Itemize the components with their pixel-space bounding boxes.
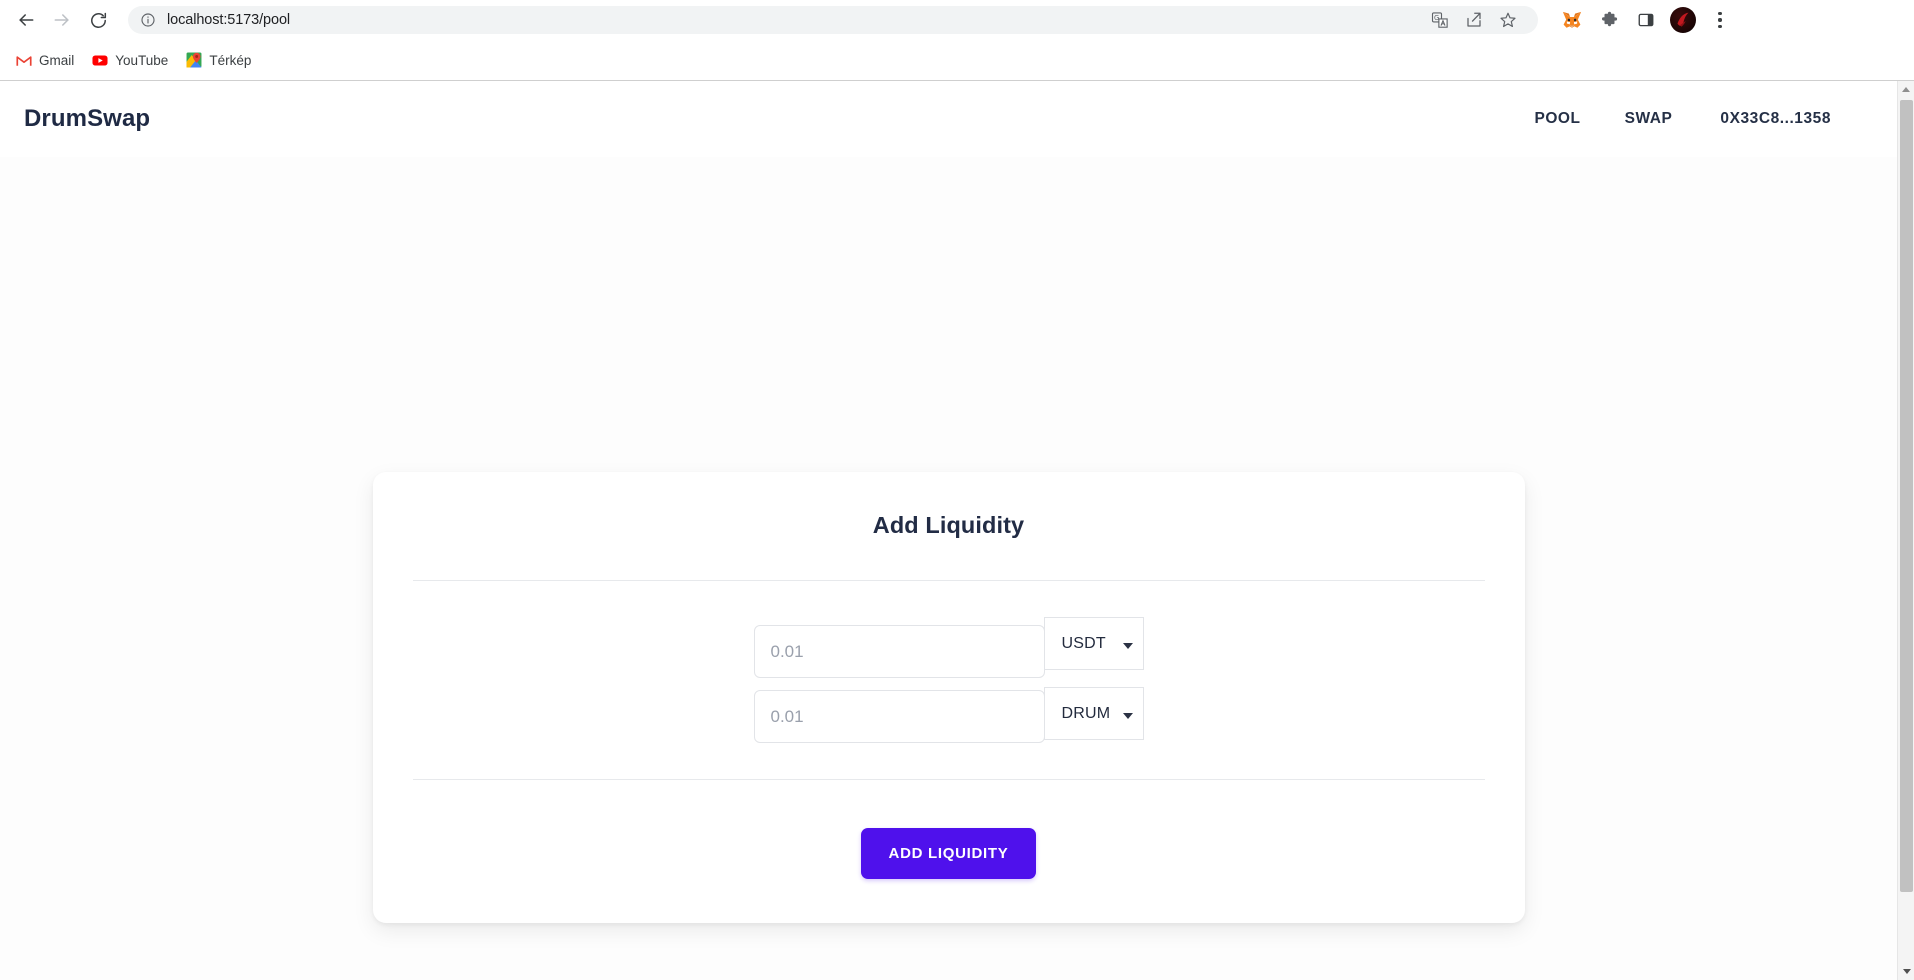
- share-icon[interactable]: [1458, 4, 1490, 36]
- app-navigation: POOL SWAP 0X33C8...1358: [1512, 100, 1873, 138]
- omnibox-action-group: G: [1424, 4, 1526, 36]
- token-select-a-label: USDT: [1061, 634, 1106, 652]
- youtube-icon: [92, 52, 108, 68]
- token-field-row-1: USDT: [753, 617, 1144, 678]
- arrow-right-icon: [54, 14, 69, 26]
- metamask-extension-icon[interactable]: [1556, 4, 1588, 36]
- translate-icon[interactable]: G: [1424, 4, 1456, 36]
- token-select-b-label: DRUM: [1061, 704, 1111, 722]
- extensions-puzzle-icon[interactable]: [1593, 4, 1625, 36]
- bookmark-gmail[interactable]: Gmail: [8, 48, 82, 72]
- forward-button[interactable]: [44, 2, 80, 38]
- add-liquidity-card: Add Liquidity USDT DRUM: [372, 472, 1525, 923]
- extension-icon-group: [1546, 4, 1736, 36]
- token-field-row-2: DRUM: [753, 687, 1144, 743]
- card-actions: ADD LIQUIDITY: [413, 780, 1485, 879]
- page-title: Add Liquidity: [872, 512, 1025, 538]
- token-select-b[interactable]: DRUM: [1043, 687, 1144, 740]
- amount-input-token-b[interactable]: [753, 690, 1045, 743]
- arrow-left-icon: [19, 14, 34, 26]
- reload-button[interactable]: [80, 2, 116, 38]
- site-info-icon[interactable]: [140, 12, 156, 28]
- gmail-icon: [16, 52, 32, 68]
- scroll-up-arrow-icon[interactable]: [1898, 81, 1914, 98]
- page-viewport: DrumSwap POOL SWAP 0X33C8...1358 Add Liq…: [0, 81, 1914, 980]
- app-brand-logo[interactable]: DrumSwap: [24, 105, 150, 133]
- bookmarks-bar: Gmail YouTube Térkép: [0, 40, 1914, 80]
- add-liquidity-button[interactable]: ADD LIQUIDITY: [860, 828, 1037, 879]
- browser-chrome: localhost:5173/pool G Gmail YouTube Térk…: [0, 0, 1914, 81]
- address-bar-url: localhost:5173/pool: [167, 12, 291, 28]
- nav-wallet-address[interactable]: 0X33C8...1358: [1694, 100, 1873, 138]
- nav-link-pool[interactable]: POOL: [1512, 100, 1602, 138]
- bookmark-youtube[interactable]: YouTube: [84, 48, 176, 72]
- vertical-scrollbar[interactable]: [1897, 81, 1914, 980]
- chevron-down-icon: [1122, 642, 1133, 649]
- back-button[interactable]: [8, 2, 44, 38]
- side-panel-icon[interactable]: [1630, 4, 1662, 36]
- bookmark-label: Térkép: [209, 52, 252, 68]
- scrollbar-thumb[interactable]: [1900, 100, 1913, 892]
- reload-icon: [90, 12, 106, 28]
- card-container: Add Liquidity USDT DRUM: [0, 157, 1897, 923]
- chevron-down-icon: [1122, 712, 1133, 719]
- three-dot-menu-icon[interactable]: [1704, 4, 1736, 36]
- token-select-a[interactable]: USDT: [1043, 617, 1144, 670]
- liquidity-fields: USDT DRUM: [413, 581, 1485, 779]
- amount-input-token-a[interactable]: [753, 625, 1045, 678]
- drumswap-app: DrumSwap POOL SWAP 0X33C8...1358 Add Liq…: [0, 81, 1897, 980]
- address-bar[interactable]: localhost:5173/pool G: [128, 6, 1538, 34]
- bookmark-label: Gmail: [39, 52, 75, 68]
- bookmark-star-icon[interactable]: [1492, 4, 1524, 36]
- browser-toolbar: localhost:5173/pool G: [0, 0, 1914, 40]
- scroll-down-arrow-icon[interactable]: [1898, 963, 1914, 980]
- nav-link-swap[interactable]: SWAP: [1603, 100, 1695, 138]
- bookmark-terkep[interactable]: Térkép: [178, 48, 259, 72]
- profile-avatar[interactable]: [1667, 4, 1699, 36]
- bookmark-label: YouTube: [115, 52, 169, 68]
- google-maps-icon: [186, 52, 202, 68]
- app-header: DrumSwap POOL SWAP 0X33C8...1358: [0, 81, 1897, 157]
